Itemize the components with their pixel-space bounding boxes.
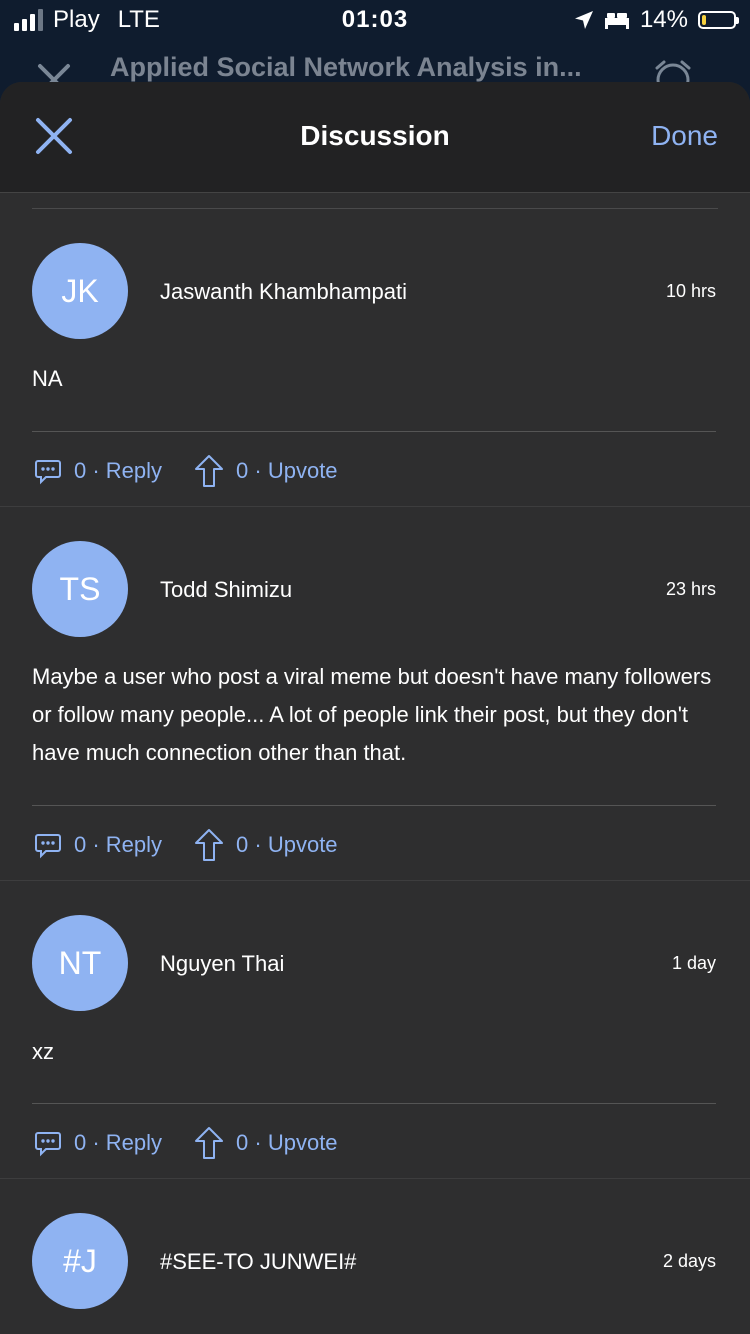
modal-header: Discussion Done [0,82,750,193]
comment-divider [32,431,716,432]
upvote-button[interactable]: 0 · Upvote [194,828,338,862]
avatar: JK [32,243,128,339]
comment-bubble-icon [35,834,61,859]
reply-button[interactable]: 0 · Reply [34,831,162,859]
comment-text: NA [32,366,63,391]
done-button[interactable]: Done [651,120,718,152]
top-divider [32,208,718,209]
avatar: TS [32,541,128,637]
upvote-label: 0 · Upvote [236,458,338,483]
reply-button[interactable]: 0 · Reply [34,1129,162,1157]
upvote-button[interactable]: 0 · Upvote [194,1126,338,1160]
comment-actions: 0 · Reply 0 · Upvote [34,454,338,488]
comment-separator [0,880,750,881]
upvote-label: 0 · Upvote [236,832,338,857]
reply-label: 0 · Reply [74,458,163,483]
avatar: #J [32,1213,128,1309]
status-bar: Play LTE 01:03 14% [0,0,750,40]
comment-bubble-icon [35,1132,61,1157]
reply-label: 0 · Reply [74,1130,163,1155]
upvote-label: 0 · Upvote [236,1130,338,1155]
upvote-button[interactable]: 0 · Upvote [194,454,338,488]
comment-timestamp: 2 days [662,1251,716,1271]
comment-timestamp: 10 hrs [665,281,716,301]
upvote-arrow-icon [195,829,224,861]
screen: Play LTE 01:03 14% Applied Social Networ… [0,0,750,1334]
comment-timestamp: 23 hrs [665,579,716,599]
upvote-arrow-icon [195,1127,224,1159]
comment-divider [32,1103,716,1104]
comment-author: Nguyen Thai [160,951,285,976]
comment-author: #SEE-TO JUNWEI# [160,1249,357,1274]
comment-separator [0,1178,750,1179]
comment-divider [32,805,716,806]
comment-text: Maybe a user who post a viral meme but d… [32,664,712,765]
comment-actions: 0 · Reply 0 · Upvote [34,1126,338,1160]
comment-text: xz [32,1039,54,1064]
comment-author: Jaswanth Khambhampati [160,279,408,304]
bed-icon [604,13,629,29]
comment-timestamp: 1 day [671,953,716,973]
upvote-arrow-icon [195,455,224,487]
comment-actions: 0 · Reply 0 · Upvote [34,828,338,862]
discussion-sheet: Discussion Done JK Jaswanth Khambhampati… [0,82,750,1334]
comment-author: Todd Shimizu [160,577,293,602]
avatar: NT [32,915,128,1011]
battery-percent: 14% [639,6,688,33]
reply-label: 0 · Reply [74,832,163,857]
battery-icon [698,11,739,29]
comment-bubble-icon [35,460,61,485]
status-right: 14% [574,6,739,34]
modal-title: Discussion [300,120,450,151]
battery-fill [702,15,706,25]
reply-button[interactable]: 0 · Reply [34,457,162,485]
location-arrow-icon [574,11,593,29]
background-course-title: Applied Social Network Analysis in... [110,52,582,82]
comment-separator [0,506,750,507]
